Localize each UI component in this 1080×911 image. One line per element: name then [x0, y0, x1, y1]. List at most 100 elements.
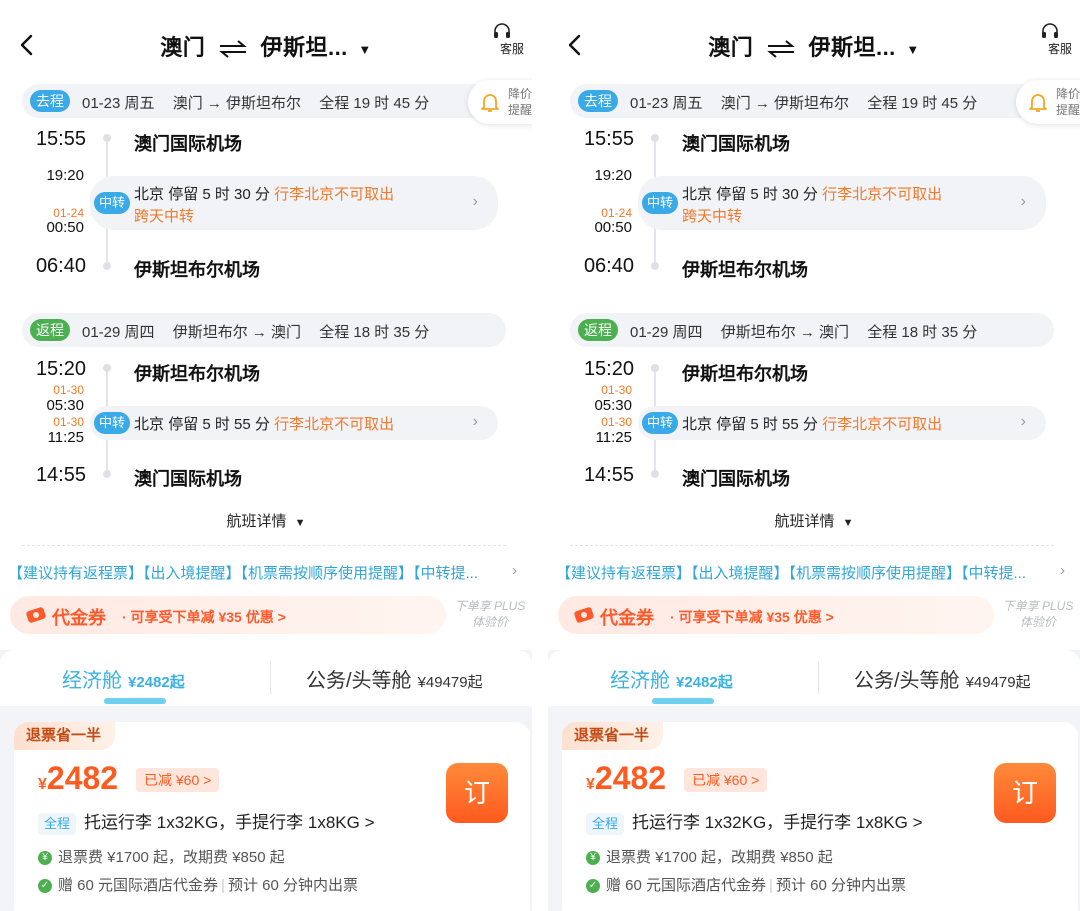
- return-transfer-arr-time: 05:30: [594, 397, 632, 414]
- transfer-city: 北京: [682, 186, 713, 203]
- tab-economy[interactable]: 经济舱 ¥2482起: [610, 664, 733, 693]
- price-alert-button[interactable]: 降价提醒: [1016, 80, 1080, 124]
- outbound-transfer-row[interactable]: 中转 北京 停留 5 时 30 分 行李北京不可取出 跨天中转 ›: [90, 176, 498, 230]
- flight-details-toggle[interactable]: 航班详情 ▼: [548, 510, 1080, 531]
- outbound-dep-time: 15:55: [583, 128, 634, 150]
- outbound-tag: 去程: [578, 90, 618, 112]
- outbound-dep-airport: 澳门国际机场: [682, 134, 790, 154]
- return-tag: 返程: [578, 319, 618, 341]
- book-button[interactable]: 订: [994, 763, 1056, 823]
- return-transfer-row[interactable]: 中转 北京 停留 5 时 55 分 行李北京不可取出 ›: [638, 406, 1046, 440]
- tab-divider: [818, 662, 819, 694]
- tab-business[interactable]: 公务/头等舱 ¥49479起: [854, 664, 1031, 693]
- transfer-stay: 停留 5 时 55 分: [716, 416, 818, 433]
- outbound-summary-bar: 去程 01-23 周五 澳门 → 伊斯坦布尔 全程 19 时 45 分: [570, 84, 1054, 118]
- flight-details-label: 航班详情: [774, 513, 835, 530]
- travel-notice-link[interactable]: 【建议持有返程票】【出入境提醒】【机票需按顺序使用提醒】【中转提...: [8, 562, 488, 583]
- return-route: 伊斯坦布尔 → 澳门: [172, 324, 302, 341]
- baggage-tag: 全程: [38, 812, 77, 835]
- voucher-banner[interactable]: 代金券 · 可享受下单减 ¥35 优惠 >: [558, 596, 994, 634]
- chevron-right-icon: ›: [472, 193, 478, 210]
- swap-icon: [767, 40, 795, 58]
- outbound-transfer-row[interactable]: 中转 北京 停留 5 时 30 分 行李北京不可取出 跨天中转 ›: [638, 176, 1046, 230]
- outbound-arr-time: 06:40: [35, 255, 86, 277]
- tab-economy[interactable]: 经济舱 ¥2482起: [62, 664, 185, 693]
- outbound-transfer-dep-time: 00:50: [46, 219, 84, 236]
- discount-badge[interactable]: 已减 ¥60 >: [136, 768, 220, 792]
- price-value: 2482: [594, 760, 667, 796]
- refund-tag: 退票省一半: [14, 722, 116, 750]
- tab-economy-price: ¥2482起: [676, 674, 733, 691]
- panel-divider: [532, 0, 548, 911]
- plus-price-label: 下单享 PLUS体验价: [454, 599, 526, 629]
- outbound-date: 01-23 周五: [82, 95, 155, 112]
- return-arr-time: 14:55: [583, 464, 634, 486]
- caret-down-icon: ▼: [906, 41, 920, 57]
- return-dep-airport: 伊斯坦布尔机场: [682, 364, 808, 384]
- service-label: 客服: [499, 42, 524, 56]
- timeline-dot: [103, 134, 111, 142]
- route-title[interactable]: 澳门 伊斯坦... ▼: [0, 30, 532, 62]
- flight-details-toggle[interactable]: 航班详情 ▼: [0, 510, 532, 531]
- fee-info: ¥ 退票费 ¥1700 起，改期费 ¥850 起: [38, 846, 285, 867]
- baggage-text: 托运行李 1x32KG，手提行李 1x8KG >: [632, 813, 923, 832]
- separator: |: [769, 877, 773, 894]
- outbound-arr-airport: 伊斯坦布尔机场: [134, 260, 260, 280]
- voucher-icon: [26, 607, 46, 623]
- price-alert-button[interactable]: 降价提醒: [468, 80, 532, 124]
- baggage-info[interactable]: 全程 托运行李 1x32KG，手提行李 1x8KG >: [38, 808, 375, 835]
- return-duration: 全程 18 时 35 分: [867, 324, 978, 341]
- return-transfer-dep-date: 01-30: [53, 415, 84, 429]
- nav-header: 澳门 伊斯坦... ▼ 客服: [548, 0, 1080, 84]
- caret-down-icon: ▼: [294, 517, 306, 529]
- headset-icon: [494, 23, 510, 38]
- gift-text: 赠 60 元国际酒店代金券: [606, 877, 767, 894]
- return-arr-airport: 澳门国际机场: [134, 469, 242, 489]
- return-dep-time: 15:20: [35, 358, 86, 380]
- discount-badge[interactable]: 已减 ¥60 >: [684, 768, 768, 792]
- transfer-baggage-warning: 行李北京不可取出: [822, 186, 943, 203]
- tab-business-price: ¥49479起: [965, 674, 1031, 691]
- return-transfer-dep-time: 11:25: [595, 429, 632, 446]
- price-currency: ¥: [38, 776, 47, 793]
- yen-icon: ¥: [38, 851, 52, 866]
- return-summary-bar: 返程 01-29 周四 伊斯坦布尔 → 澳门 全程 18 时 35 分: [570, 313, 1054, 347]
- outbound-tag: 去程: [30, 90, 70, 112]
- transfer-stay: 停留 5 时 30 分: [168, 186, 270, 203]
- service-label: 客服: [1047, 42, 1072, 56]
- ticketing-time: 预计 60 分钟内出票: [227, 877, 358, 894]
- tab-economy-label: 经济舱: [610, 670, 670, 692]
- nav-header: 澳门 伊斯坦... ▼ 客服: [0, 0, 532, 84]
- chevron-right-icon[interactable]: ›: [1060, 562, 1065, 579]
- caret-down-icon: ▼: [358, 41, 372, 57]
- voucher-banner[interactable]: 代金券 · 可享受下单减 ¥35 优惠 >: [10, 596, 446, 634]
- customer-service-button[interactable]: 客服: [1040, 22, 1080, 57]
- chevron-right-icon[interactable]: ›: [512, 562, 517, 579]
- tab-business[interactable]: 公务/头等舱 ¥49479起: [306, 664, 483, 693]
- title-destination: 伊斯坦...: [808, 35, 896, 60]
- overnight-transfer-label: 跨天中转: [682, 208, 743, 225]
- voucher-title: 代金券: [52, 608, 106, 628]
- tab-business-label: 公务/头等舱: [306, 670, 412, 692]
- outbound-route: 澳门 → 伊斯坦布尔: [172, 95, 302, 112]
- return-route: 伊斯坦布尔 → 澳门: [720, 324, 850, 341]
- check-icon: ✓: [38, 879, 52, 894]
- title-destination: 伊斯坦...: [260, 35, 348, 60]
- transfer-tag: 中转: [94, 192, 131, 214]
- transfer-tag: 中转: [642, 192, 679, 214]
- travel-notice-link[interactable]: 【建议持有返程票】【出入境提醒】【机票需按顺序使用提醒】【中转提...: [556, 562, 1036, 583]
- customer-service-button[interactable]: 客服: [492, 22, 532, 57]
- baggage-info[interactable]: 全程 托运行李 1x32KG，手提行李 1x8KG >: [586, 808, 923, 835]
- gift-info: ✓ 赠 60 元国际酒店代金券 | 预计 60 分钟内出票: [38, 874, 358, 895]
- tab-business-label: 公务/头等舱: [854, 670, 960, 692]
- transfer-tag: 中转: [94, 412, 131, 434]
- divider: [570, 545, 1054, 546]
- price-value: 2482: [46, 760, 119, 796]
- outbound-dep-airport: 澳门国际机场: [134, 134, 242, 154]
- return-duration: 全程 18 时 35 分: [319, 324, 430, 341]
- route-title[interactable]: 澳门 伊斯坦... ▼: [548, 30, 1080, 62]
- book-button[interactable]: 订: [446, 763, 508, 823]
- return-arr-airport: 澳门国际机场: [682, 469, 790, 489]
- flight-panel-left: 澳门 伊斯坦... ▼ 客服 去程 01-23 周五 澳门 → 伊斯坦布尔 全程…: [0, 0, 532, 911]
- return-transfer-row[interactable]: 中转 北京 停留 5 时 55 分 行李北京不可取出 ›: [90, 406, 498, 440]
